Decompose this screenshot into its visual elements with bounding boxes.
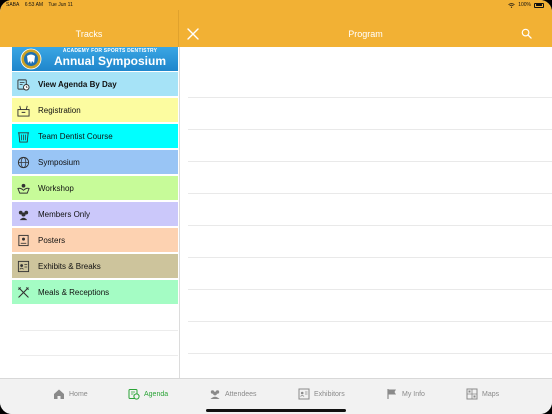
tab-bar: Home Agenda Attendees Exhibitors My Info… [0,378,552,414]
home-indicator[interactable] [206,409,346,412]
empty-row-divider [20,330,178,331]
sports-dentistry-emblem-icon [20,48,42,70]
track-members-only[interactable]: Members Only [12,202,178,227]
home-icon [54,389,64,399]
track-label: Symposium [38,158,80,167]
registration-desk-icon [17,105,30,117]
track-label: Registration [38,106,81,115]
tab-label: Maps [482,390,500,398]
track-posters[interactable]: Posters [12,228,178,253]
track-label: Exhibits & Breaks [38,262,101,271]
program-title: Program [348,29,383,39]
workshop-hands-icon [17,183,30,194]
track-label: Team Dentist Course [38,132,113,141]
status-right: 100% [508,2,544,8]
track-label: Posters [38,236,66,245]
battery-icon [534,2,544,8]
tab-label: My Info [402,390,425,398]
program-row-divider [188,353,552,354]
fork-knife-icon [18,287,29,298]
status-date: Tue Jun 11 [48,2,73,8]
search-icon[interactable] [521,28,532,39]
tab-label: Agenda [144,390,169,398]
tab-maps[interactable]: Maps [466,387,499,401]
tab-my-info[interactable]: My Info [386,387,425,401]
track-registration[interactable]: Registration [12,98,178,123]
group-icon [18,210,29,221]
track-team-dentist-course[interactable]: Team Dentist Course [12,124,178,149]
calendar-clock-icon [17,79,30,91]
tab-agenda[interactable]: Agenda [128,387,168,401]
track-exhibits-and-breaks[interactable]: Exhibits & Breaks [12,254,178,279]
program-row-divider [188,321,552,322]
track-symposium[interactable]: Symposium [12,150,178,175]
program-row-divider [188,225,552,226]
podium-icon [17,132,30,143]
exhibitors-icon [298,388,310,400]
tab-label: Attendees [225,390,257,398]
program-row-divider [188,97,552,98]
track-label: Members Only [38,210,91,219]
poster-icon [18,234,29,247]
program-row-divider [188,289,552,290]
track-workshop[interactable]: Workshop [12,176,178,201]
program-header: Program [178,10,552,47]
track-view-agenda-by-day[interactable]: View Agenda By Day [12,72,178,97]
wifi-icon [508,2,515,8]
empty-row-divider [20,355,178,356]
logo-title: Annual Symposium [53,54,166,68]
symposium-logo-banner: ACADEMY FOR SPORTS DENTISTRY Annual Symp… [12,47,178,71]
exhibit-badge-icon [17,260,30,273]
map-icon [466,388,478,400]
status-bar: SABA 6:53 AM Tue Jun 11 100% [0,0,552,10]
program-row-divider [188,193,552,194]
status-left: SABA 6:53 AM Tue Jun 11 [6,2,77,8]
tab-exhibitors[interactable]: Exhibitors [298,387,345,401]
tab-home[interactable]: Home [53,387,88,401]
track-label: View Agenda By Day [38,80,117,89]
ipad-screen: SABA 6:53 AM Tue Jun 11 100% Tracks Prog… [0,0,552,414]
globe-icon [17,156,30,169]
battery-percent: 100% [518,2,531,8]
tab-attendees[interactable]: Attendees [209,387,257,401]
program-row-divider [188,129,552,130]
agenda-icon [128,389,140,400]
tracks-title: Tracks [75,29,103,39]
program-row-divider [188,161,552,162]
tab-label: Exhibitors [314,390,345,398]
track-meals-and-receptions[interactable]: Meals & Receptions [12,280,178,305]
program-row-divider [188,257,552,258]
track-label: Workshop [38,184,74,193]
tracks-sidebar: ACADEMY FOR SPORTS DENTISTRY Annual Symp… [12,47,178,378]
flag-icon [387,389,396,399]
tab-label: Home [69,390,88,398]
track-label: Meals & Receptions [38,288,110,297]
program-list [179,47,552,378]
status-time: 6:53 AM [24,2,44,8]
carrier: SABA [6,2,20,8]
attendees-icon [210,390,220,399]
tracks-header: Tracks [0,10,178,47]
